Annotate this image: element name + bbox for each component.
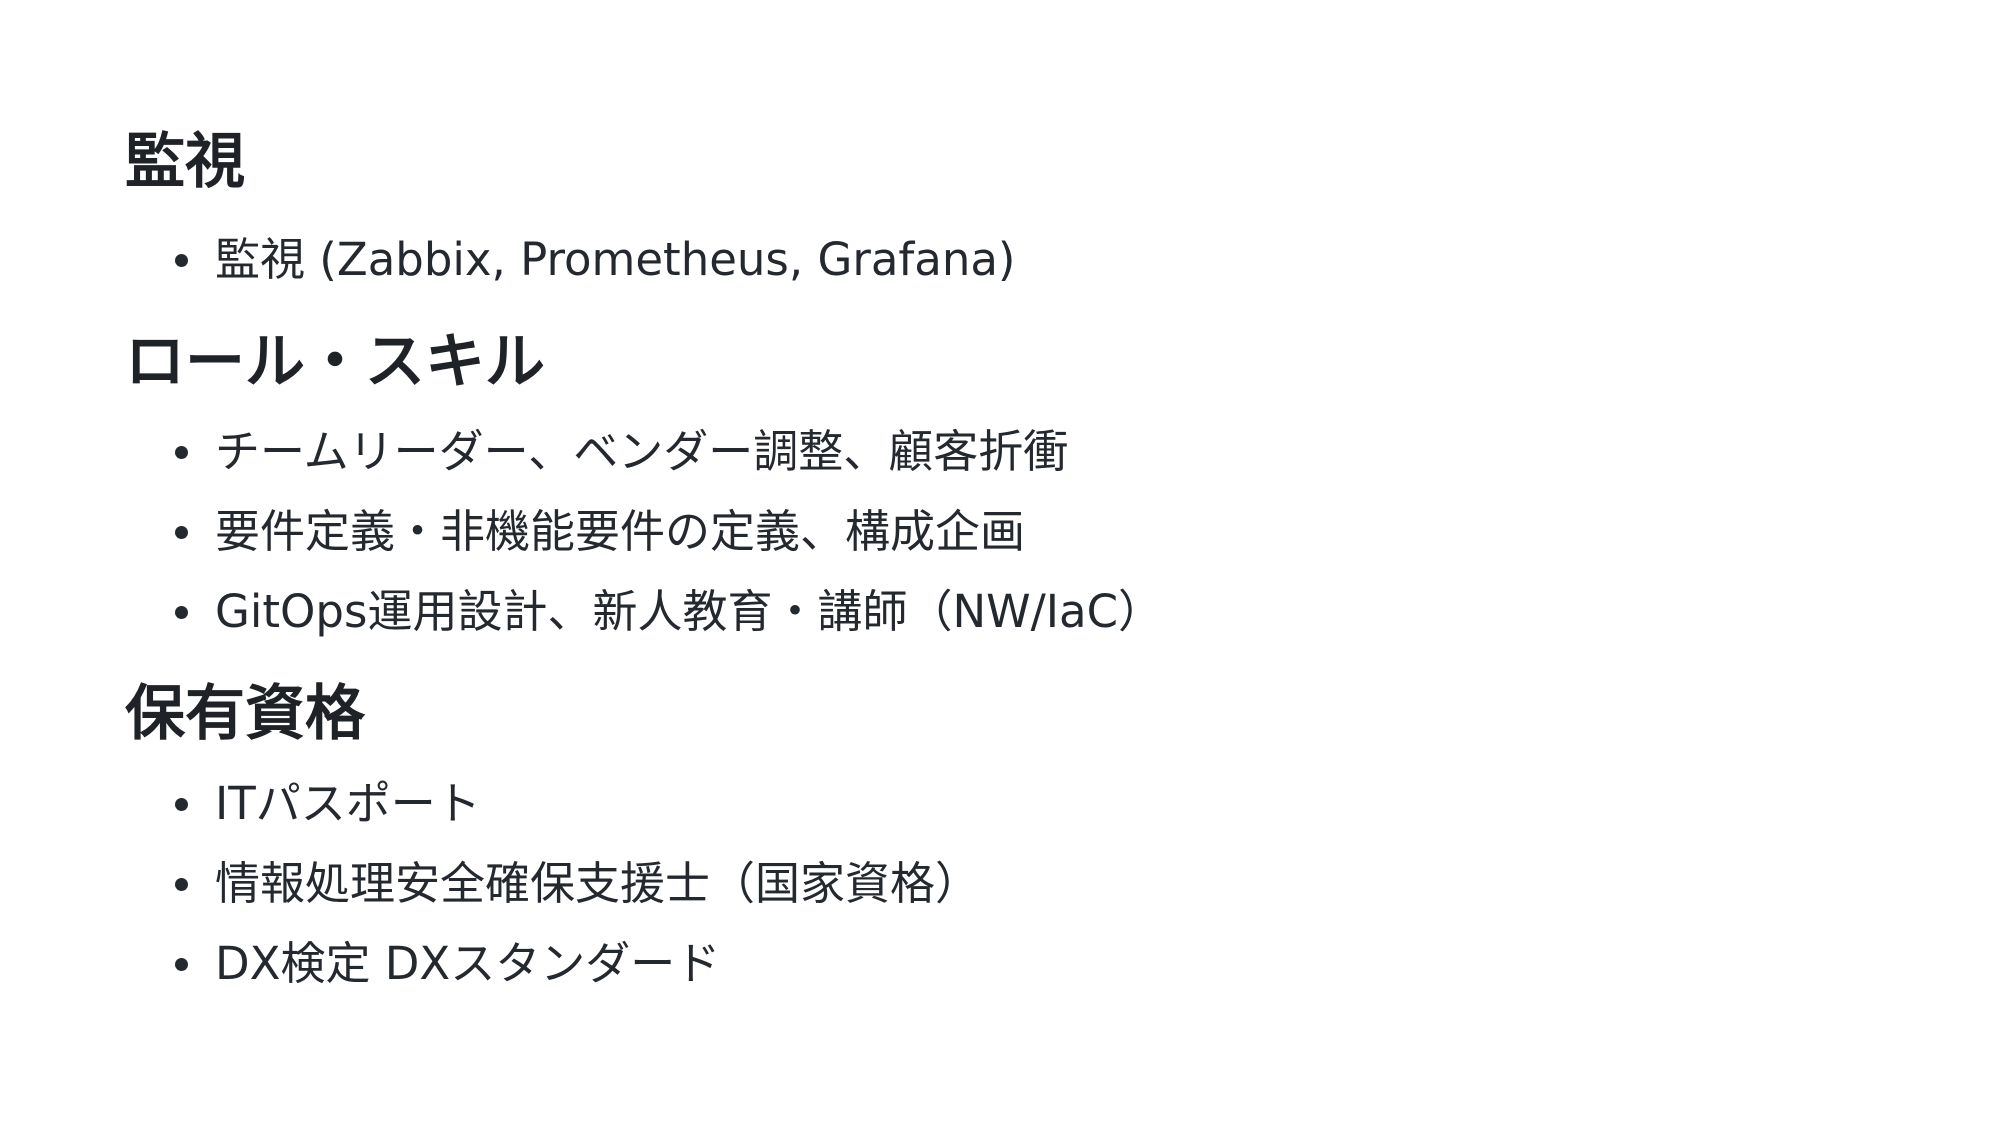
list-item: DX検定 DXスタンダード bbox=[125, 924, 1875, 1004]
list-item: GitOps運用設計、新人教育・講師（NW/IaC） bbox=[125, 572, 1875, 652]
list-item: 要件定義・非機能要件の定義、構成企画 bbox=[125, 492, 1875, 572]
section-heading-monitoring: 監視 bbox=[125, 127, 245, 197]
bullet-icon bbox=[175, 446, 188, 459]
list-item: ITパスポート bbox=[125, 764, 1875, 844]
bullet-icon bbox=[175, 878, 188, 891]
bullet-icon bbox=[175, 526, 188, 539]
list-item-text: チームリーダー、ベンダー調整、顧客折衝 bbox=[215, 425, 1069, 478]
document-body: 監視 監視 (Zabbix, Prometheus, Grafana) ロール・… bbox=[125, 112, 1875, 1016]
list-item-text: DX検定 DXスタンダード bbox=[215, 937, 721, 990]
certifications-list: ITパスポート 情報処理安全確保支援士（国家資格） DX検定 DXスタンダード bbox=[125, 764, 1875, 1004]
bullet-icon bbox=[175, 254, 188, 267]
bullet-icon bbox=[175, 958, 188, 971]
bullet-icon bbox=[175, 606, 188, 619]
section-heading-roles-skills: ロール・スキル bbox=[125, 327, 545, 397]
roles-skills-list: チームリーダー、ベンダー調整、顧客折衝 要件定義・非機能要件の定義、構成企画 G… bbox=[125, 412, 1875, 652]
list-item: 監視 (Zabbix, Prometheus, Grafana) bbox=[125, 220, 1875, 300]
section-heading-certifications: 保有資格 bbox=[125, 679, 365, 749]
monitoring-list: 監視 (Zabbix, Prometheus, Grafana) bbox=[125, 220, 1875, 300]
list-item-text: ITパスポート bbox=[215, 777, 481, 830]
list-item: 情報処理安全確保支援士（国家資格） bbox=[125, 844, 1875, 924]
list-item: チームリーダー、ベンダー調整、顧客折衝 bbox=[125, 412, 1875, 492]
list-item-text: 情報処理安全確保支援士（国家資格） bbox=[215, 857, 981, 910]
list-item-text: 要件定義・非機能要件の定義、構成企画 bbox=[215, 505, 1026, 558]
list-item-text: GitOps運用設計、新人教育・講師（NW/IaC） bbox=[215, 585, 1164, 638]
bullet-icon bbox=[175, 798, 188, 811]
list-item-text: 監視 (Zabbix, Prometheus, Grafana) bbox=[215, 233, 1016, 286]
